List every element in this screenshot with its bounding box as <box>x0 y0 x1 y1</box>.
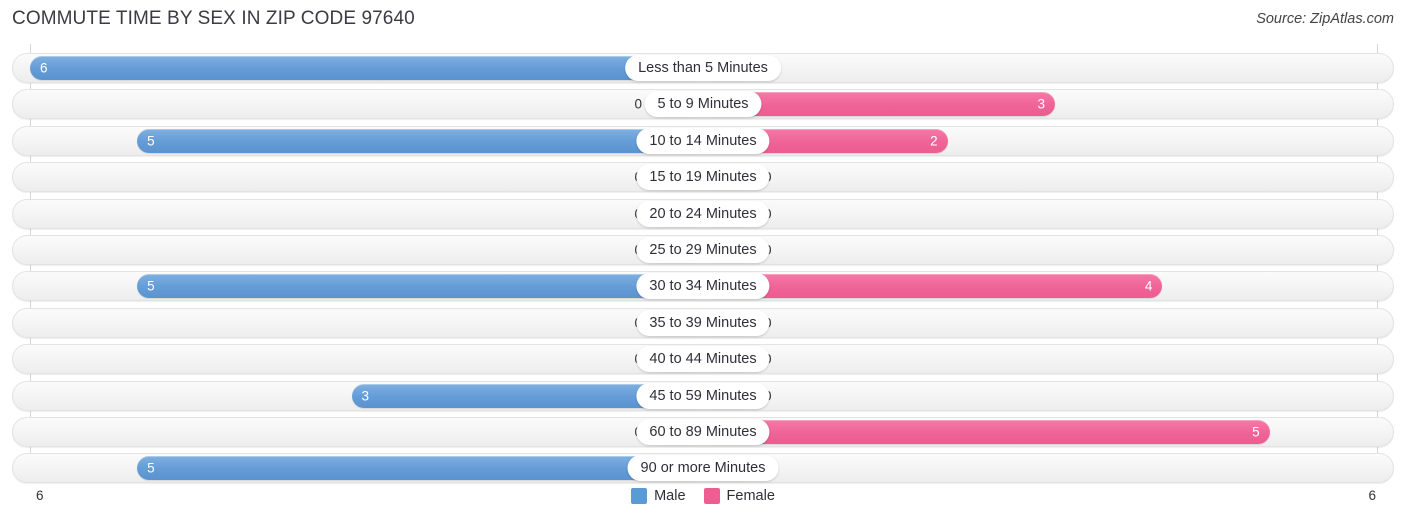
chart-row: 0015 to 19 Minutes <box>12 162 1394 193</box>
chart-footer: 6 6 Male Female <box>0 484 1406 522</box>
bar-male: 6 <box>30 56 703 80</box>
legend-swatch-icon <box>703 488 720 504</box>
source-attribution: Source: ZipAtlas.com <box>1256 11 1394 27</box>
bar-value-male: 5 <box>147 460 155 476</box>
bar-value-male: 5 <box>147 133 155 149</box>
bar-value-male: 3 <box>361 388 370 404</box>
bar-value-female: 3 <box>1037 96 1045 112</box>
legend-item[interactable]: Male <box>631 488 686 504</box>
category-label: 40 to 44 Minutes <box>636 346 770 373</box>
bar-value-male: 5 <box>147 278 155 294</box>
category-label: 15 to 19 Minutes <box>636 164 770 191</box>
chart-row: 0025 to 29 Minutes <box>12 235 1394 265</box>
chart-row: 3045 to 59 Minutes <box>12 380 1394 411</box>
bar-value-female: 2 <box>930 133 938 149</box>
chart-plot-area: 60Less than 5 Minutes 0 3 5 to 9 Minutes 5 2 1… <box>0 44 1406 484</box>
bar-value-male: 0 <box>634 96 642 112</box>
bar-value-male: 6 <box>40 60 48 76</box>
bar-male: 5 <box>137 456 703 481</box>
legend-label: Female <box>726 488 775 504</box>
chart-row: 5 4 30 to 34 Minutes <box>12 271 1394 302</box>
bar-male: 5 <box>137 128 703 153</box>
category-label: 45 to 59 Minutes <box>636 382 770 409</box>
category-label: Less than 5 Minutes <box>625 55 781 81</box>
category-label: 10 to 14 Minutes <box>636 127 770 154</box>
category-label: 25 to 29 Minutes <box>636 237 770 263</box>
bar-value-female: 5 <box>1252 424 1260 440</box>
chart-row: 0560 to 89 Minutes <box>12 417 1394 447</box>
bar-female: 4 <box>703 274 1163 299</box>
category-label: 35 to 39 Minutes <box>636 309 770 336</box>
page-title: COMMUTE TIME BY SEX IN ZIP CODE 97640 <box>12 8 415 29</box>
bar-female: 5 <box>703 420 1270 444</box>
legend-item[interactable]: Female <box>703 488 775 504</box>
category-label: 90 or more Minutes <box>627 455 779 482</box>
bar-value-female: 4 <box>1144 278 1153 294</box>
chart-legend: Male Female <box>0 488 1406 504</box>
chart-row: 60Less than 5 Minutes <box>12 53 1394 83</box>
category-label: 20 to 24 Minutes <box>636 200 770 227</box>
chart-row: 0020 to 24 Minutes <box>12 198 1394 229</box>
legend-label: Male <box>654 488 686 504</box>
category-label: 5 to 9 Minutes <box>644 91 762 118</box>
chart-row: 0 3 5 to 9 Minutes <box>12 89 1394 120</box>
chart-row: 0035 to 39 Minutes <box>12 307 1394 338</box>
chart-row: 0040 to 44 Minutes <box>12 344 1394 375</box>
bar-male: 5 <box>137 274 703 299</box>
chart-row: 5090 or more Minutes <box>12 453 1394 484</box>
chart-header: COMMUTE TIME BY SEX IN ZIP CODE 97640 So… <box>0 0 1406 42</box>
category-label: 30 to 34 Minutes <box>636 273 770 300</box>
chart-row: 5 2 10 to 14 Minutes <box>12 125 1394 156</box>
category-label: 60 to 89 Minutes <box>636 419 770 445</box>
legend-swatch-icon <box>631 488 648 504</box>
